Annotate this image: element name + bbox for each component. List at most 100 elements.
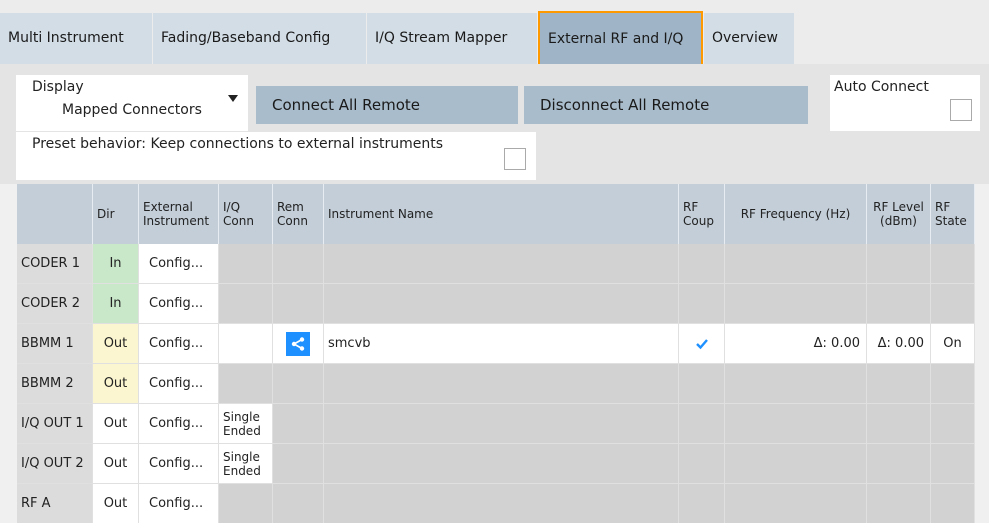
tab-iq-stream-mapper[interactable]: I/Q Stream Mapper: [367, 13, 537, 64]
table-row: BBMM 1 Out Config... smcvb Δ: 0.00 Δ: 0.…: [17, 324, 975, 364]
tab-multi-instrument[interactable]: Multi Instrument: [0, 13, 152, 64]
row-rf-frequency: [725, 244, 867, 284]
row-rf-state: [931, 284, 975, 324]
row-rf-frequency: [725, 284, 867, 324]
row-instrument-name[interactable]: smcvb: [324, 324, 679, 364]
config-button[interactable]: Config...: [139, 484, 219, 523]
preset-behavior-label: Preset behavior: Keep connections to ext…: [32, 136, 444, 152]
row-rf-frequency: [725, 484, 867, 523]
row-instrument-name: [324, 244, 679, 284]
row-dir: Out: [93, 484, 139, 523]
config-button[interactable]: Config...: [139, 364, 219, 404]
row-rf-coup: [679, 484, 725, 523]
row-dir: Out: [93, 364, 139, 404]
auto-connect-checkbox[interactable]: [950, 99, 972, 121]
row-rf-frequency: [725, 444, 867, 484]
row-iq-conn: [219, 324, 273, 364]
row-iq-conn[interactable]: Single Ended: [219, 444, 273, 484]
table-row: BBMM 2 Out Config...: [17, 364, 975, 404]
row-iq-conn: [219, 484, 273, 523]
row-rem-conn: [273, 364, 324, 404]
row-rf-coup: [679, 244, 725, 284]
row-rf-state: [931, 244, 975, 284]
row-rf-coup: [679, 284, 725, 324]
header-rf-coup: RF Coup: [679, 184, 725, 244]
row-rf-level: [867, 364, 931, 404]
row-rf-coup: [679, 404, 725, 444]
table-row: CODER 2 In Config...: [17, 284, 975, 324]
row-connector-name: I/Q OUT 1: [17, 404, 93, 444]
row-rem-conn: [273, 484, 324, 523]
row-iq-conn: [219, 364, 273, 404]
row-connector-name: BBMM 1: [17, 324, 93, 364]
row-rf-level: [867, 404, 931, 444]
header-connector: [17, 184, 93, 244]
row-instrument-name: [324, 284, 679, 324]
row-rf-state: [931, 364, 975, 404]
row-connector-name: RF A: [17, 484, 93, 523]
row-rf-level: [867, 244, 931, 284]
row-instrument-name: [324, 404, 679, 444]
row-iq-conn[interactable]: Single Ended: [219, 404, 273, 444]
row-dir: Out: [93, 444, 139, 484]
share-icon[interactable]: [286, 331, 310, 356]
header-dir: Dir: [93, 184, 139, 244]
config-button[interactable]: Config...: [139, 444, 219, 484]
preset-behavior-checkbox[interactable]: [504, 148, 526, 170]
disconnect-all-remote-button[interactable]: Disconnect All Remote: [524, 86, 808, 124]
row-dir: In: [93, 244, 139, 284]
row-rf-state: [931, 444, 975, 484]
row-rf-coup[interactable]: [679, 324, 725, 364]
config-button[interactable]: Config...: [139, 244, 219, 284]
checkmark-icon: [694, 336, 710, 352]
row-connector-name: CODER 1: [17, 244, 93, 284]
row-rf-frequency[interactable]: Δ: 0.00: [725, 324, 867, 364]
table-row: I/Q OUT 2 Out Config... Single Ended: [17, 444, 975, 484]
header-rf-state: RF State: [931, 184, 975, 244]
tab-fading-baseband-config[interactable]: Fading/Baseband Config: [153, 13, 366, 64]
table-header: Dir External Instrument I/Q Conn Rem Con…: [17, 184, 975, 244]
preset-behavior-control: Preset behavior: Keep connections to ext…: [16, 132, 536, 180]
row-dir: Out: [93, 324, 139, 364]
connect-all-remote-button[interactable]: Connect All Remote: [256, 86, 518, 124]
row-rf-state: [931, 484, 975, 523]
row-iq-conn: [219, 244, 273, 284]
row-rf-frequency: [725, 404, 867, 444]
config-button[interactable]: Config...: [139, 324, 219, 364]
row-rem-conn: [273, 244, 324, 284]
row-dir: In: [93, 284, 139, 324]
display-mapped-connectors-dropdown[interactable]: Display Mapped Connectors: [16, 75, 248, 131]
header-iq-conn: I/Q Conn: [219, 184, 273, 244]
row-rem-conn: [273, 444, 324, 484]
tab-bar: Multi Instrument Fading/Baseband Config …: [0, 0, 989, 64]
table-row: RF A Out Config...: [17, 484, 975, 523]
header-rf-frequency: RF Frequency (Hz): [725, 184, 867, 244]
row-rem-conn: [273, 324, 324, 364]
header-rem-conn: Rem Conn: [273, 184, 324, 244]
row-instrument-name: [324, 484, 679, 523]
row-rf-coup: [679, 364, 725, 404]
row-rem-conn: [273, 404, 324, 444]
row-rf-state: [931, 404, 975, 444]
tab-external-rf-and-iq[interactable]: External RF and I/Q: [538, 11, 703, 64]
display-value: Mapped Connectors: [62, 102, 202, 118]
table-row: CODER 1 In Config...: [17, 244, 975, 284]
row-dir: Out: [93, 404, 139, 444]
row-rf-level: [867, 444, 931, 484]
row-instrument-name: [324, 444, 679, 484]
table-row: I/Q OUT 1 Out Config... Single Ended: [17, 404, 975, 444]
row-rf-coup: [679, 444, 725, 484]
row-rf-level[interactable]: Δ: 0.00: [867, 324, 931, 364]
header-rf-level: RF Level (dBm): [867, 184, 931, 244]
row-connector-name: CODER 2: [17, 284, 93, 324]
row-rf-level: [867, 284, 931, 324]
auto-connect-control: Auto Connect: [830, 75, 980, 131]
config-button[interactable]: Config...: [139, 284, 219, 324]
row-iq-conn: [219, 284, 273, 324]
row-rf-state[interactable]: On: [931, 324, 975, 364]
header-instrument-name: Instrument Name: [324, 184, 679, 244]
tab-overview[interactable]: Overview: [704, 13, 794, 64]
header-external-instrument: External Instrument: [139, 184, 219, 244]
config-button[interactable]: Config...: [139, 404, 219, 444]
controls-panel: Display Mapped Connectors Connect All Re…: [0, 64, 989, 184]
